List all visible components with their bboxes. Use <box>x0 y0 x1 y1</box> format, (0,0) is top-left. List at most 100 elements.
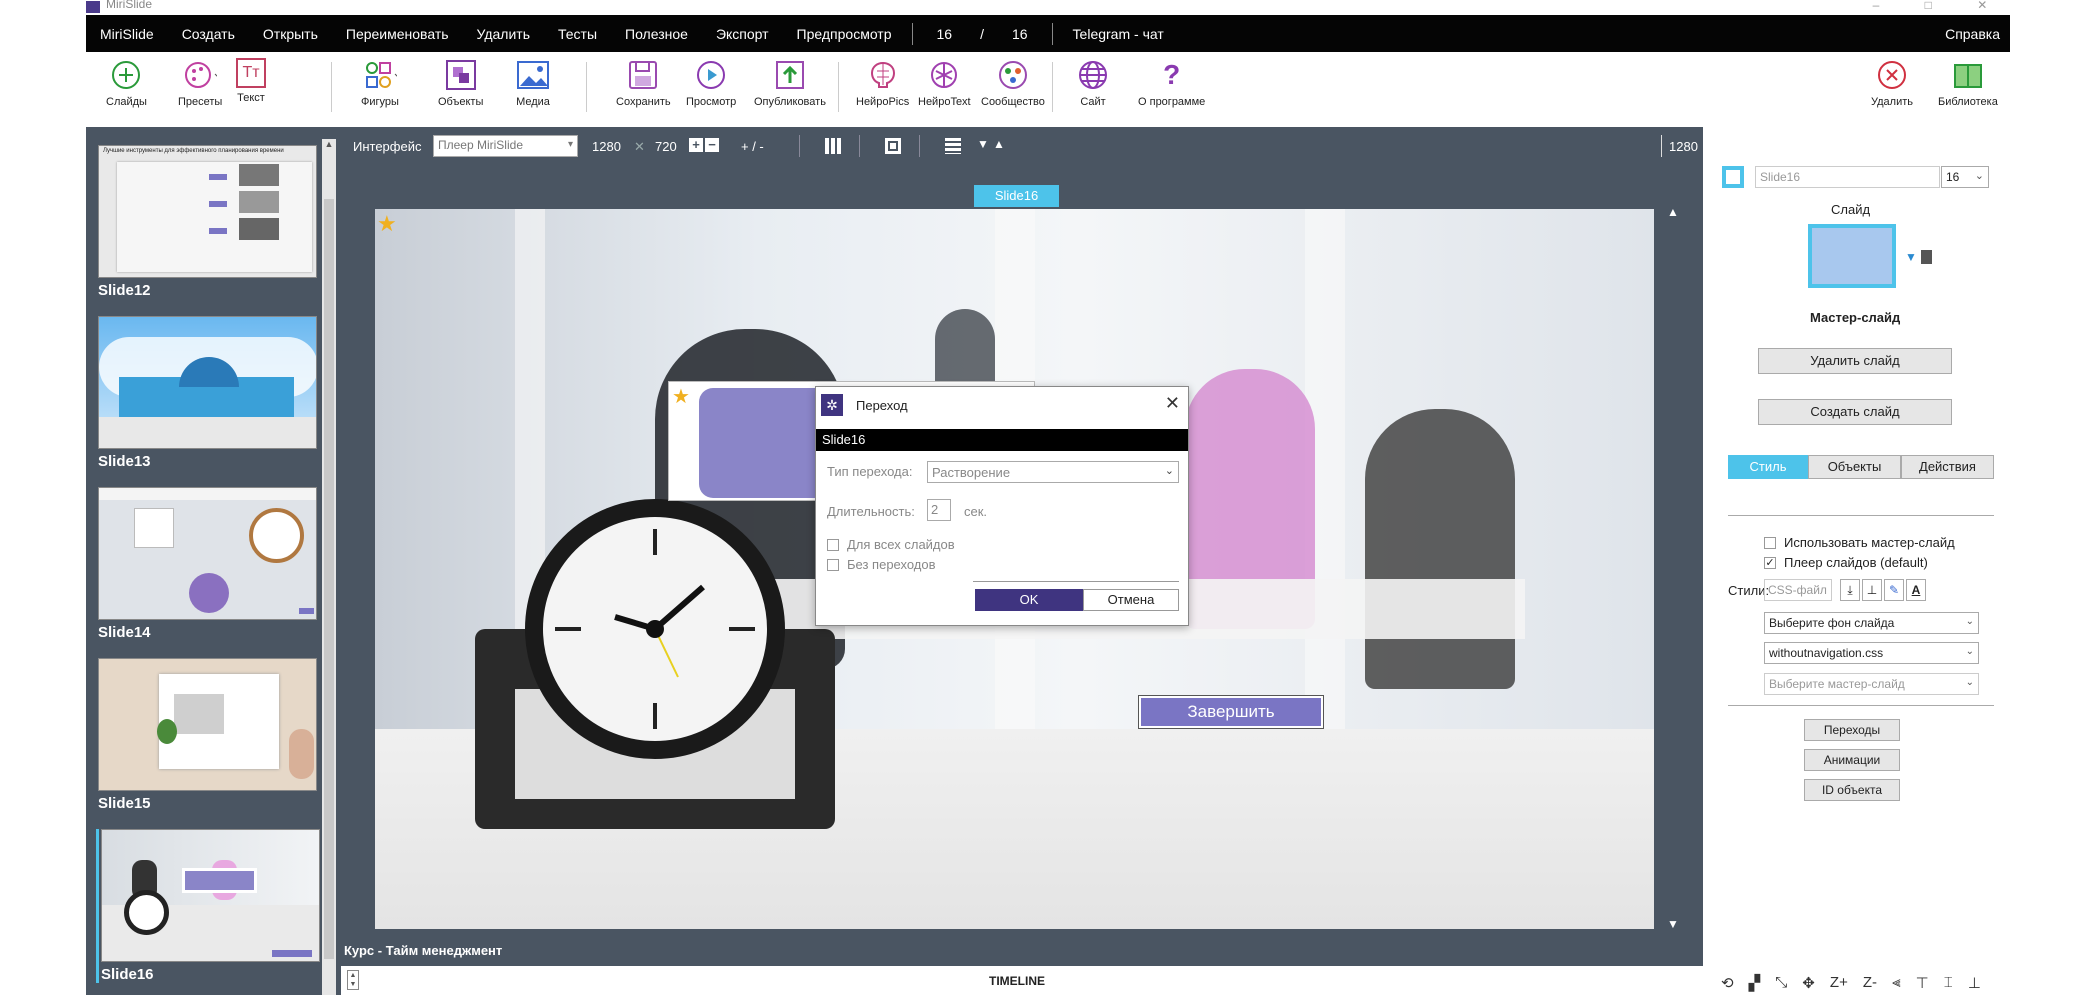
css-file-input[interactable]: CSS-файл <box>1764 579 1832 601</box>
player-default-checkbox[interactable]: ✓ Плеер слайдов (default) <box>1764 555 1928 570</box>
slides-scrollbar[interactable]: ▲ <box>322 139 336 995</box>
align-center-icon[interactable]: ⌶ <box>1944 974 1953 992</box>
rotate-icon[interactable]: ⟲ <box>1721 974 1734 992</box>
menu-preview[interactable]: Предпросмотр <box>783 26 906 42</box>
edit-style-icon[interactable]: ✎ <box>1884 579 1904 601</box>
scrollbar-thumb[interactable] <box>324 199 334 959</box>
align-bottom-icon[interactable]: ⊥ <box>1968 974 1981 992</box>
css-select[interactable]: withoutnavigation.css ⌄ <box>1764 642 1979 664</box>
menu-open[interactable]: Открыть <box>249 26 332 42</box>
scroll-down-icon[interactable]: ▼ <box>1667 917 1679 931</box>
z-down-icon[interactable]: Z- <box>1863 974 1877 992</box>
transition-type-select[interactable]: Растворение ⌄ <box>927 461 1179 483</box>
trash-icon[interactable] <box>1921 250 1932 264</box>
menu-create[interactable]: Создать <box>168 26 249 42</box>
dropdown-arrow-icon[interactable]: ▼ <box>1905 250 1917 264</box>
slide-thumb-14[interactable]: Slide14 <box>98 487 325 641</box>
menu-telegram[interactable]: Telegram - чат <box>1059 26 1178 42</box>
zoom-controls[interactable]: + / - <box>741 139 764 154</box>
slide-thumb-16[interactable]: Slide16 <box>96 829 323 983</box>
publish-button[interactable]: Опубликовать <box>754 58 826 108</box>
cancel-button[interactable]: Отмена <box>1083 589 1179 611</box>
list-icon[interactable] <box>945 138 961 154</box>
plus-icon[interactable]: + <box>689 138 703 152</box>
site-button[interactable]: Сайт <box>1076 58 1110 108</box>
move-up-icon[interactable]: ▲ <box>993 137 1005 151</box>
resize-icon[interactable]: ⤡ <box>1775 974 1787 992</box>
transitions-button[interactable]: Переходы <box>1804 719 1900 741</box>
slides-button[interactable]: Слайды <box>106 58 147 108</box>
timeline-bar[interactable]: ▲ ▼ TIMELINE <box>341 966 1703 995</box>
width-value[interactable]: 1280 <box>592 139 621 154</box>
slide-preview-swatch[interactable] <box>1808 224 1896 288</box>
menu-delete[interactable]: Удалить <box>463 26 544 42</box>
scroll-up-icon[interactable]: ▲ <box>1667 205 1679 219</box>
move-icon[interactable]: ✥ <box>1802 974 1815 992</box>
preview-button[interactable]: Просмотр <box>686 58 736 108</box>
minimize-icon[interactable]: – <box>1873 0 1880 12</box>
app-window: MiriSlide – □ ✕ MiriSlide Создать Открыт… <box>0 0 2079 995</box>
slide-thumb-15[interactable]: Slide15 <box>98 658 325 812</box>
objects-button[interactable]: Объекты <box>438 58 483 108</box>
interface-label: Интерфейс <box>353 139 422 154</box>
move-down-icon[interactable]: ▼ <box>977 137 989 151</box>
neurotext-button[interactable]: НейроText <box>918 58 971 108</box>
save-button[interactable]: Сохранить <box>616 58 671 108</box>
presets-button[interactable]: Пресеты <box>178 58 222 108</box>
close-icon[interactable]: ✕ <box>1165 393 1180 414</box>
tab-actions[interactable]: Действия <box>1901 455 1994 479</box>
slide-number-select[interactable]: 16 ⌄ <box>1941 166 1989 188</box>
download-icon[interactable]: ⤓ <box>1840 579 1860 601</box>
stamp-icon[interactable]: ⊥ <box>1862 579 1882 601</box>
animations-button[interactable]: Анимации <box>1804 749 1900 771</box>
z-up-icon[interactable]: Z+ <box>1830 974 1848 992</box>
no-transitions-checkbox[interactable]: Без переходов <box>827 557 936 572</box>
color-swatch-icon[interactable] <box>1722 166 1744 188</box>
player-select[interactable]: Плеер MiriSlide ▾ <box>433 135 578 157</box>
align-top-icon[interactable]: ⊤ <box>1916 974 1929 992</box>
object-id-button[interactable]: ID объекта <box>1804 779 1900 801</box>
height-value[interactable]: 720 <box>655 139 677 154</box>
media-label: Медиа <box>516 96 550 108</box>
neuropics-button[interactable]: НейроPics <box>856 58 909 108</box>
scroll-up-icon[interactable]: ▲ <box>322 139 336 149</box>
menu-help[interactable]: Справка <box>1931 26 2010 42</box>
star-icon: ★ <box>672 386 690 408</box>
menu-useful[interactable]: Полезное <box>611 26 702 42</box>
timeline-toggle-icon[interactable]: ▲ ▼ <box>347 970 359 990</box>
ok-button[interactable]: OK <box>975 589 1083 611</box>
all-slides-checkbox[interactable]: Для всех слайдов <box>827 537 955 552</box>
slide-name-input[interactable]: Slide16 <box>1755 166 1940 188</box>
community-button[interactable]: Сообщество <box>981 58 1045 108</box>
menu-mirislide[interactable]: MiriSlide <box>86 26 168 42</box>
menu-rename[interactable]: Переименовать <box>332 26 463 42</box>
close-window-icon[interactable]: ✕ <box>1977 0 1987 12</box>
create-slide-button[interactable]: Создать слайд <box>1758 399 1952 425</box>
delete-slide-button[interactable]: Удалить слайд <box>1758 348 1952 374</box>
tab-style[interactable]: Стиль <box>1728 455 1808 479</box>
menu-export[interactable]: Экспорт <box>702 26 783 42</box>
text-button[interactable]: Тт Текст <box>236 58 266 104</box>
maximize-icon[interactable]: □ <box>1925 0 1932 12</box>
library-button[interactable]: Библиотека <box>1938 58 1998 108</box>
use-master-checkbox[interactable]: Использовать мастер-слайд <box>1764 535 1955 550</box>
slide-thumb-12[interactable]: Лучшие инструменты для эффективного план… <box>98 145 325 299</box>
master-select[interactable]: Выберите мастер-слайд ⌄ <box>1764 673 1979 695</box>
media-button[interactable]: Медиа <box>516 58 550 108</box>
delete-button[interactable]: Удалить <box>1871 58 1913 108</box>
align-left-icon[interactable]: ⫷ <box>1892 974 1900 992</box>
minus-icon[interactable]: − <box>705 138 719 152</box>
font-icon[interactable]: A <box>1906 579 1926 601</box>
slide-thumb-13[interactable]: Slide13 <box>98 316 325 470</box>
layer-down-icon[interactable]: ▞ <box>1749 974 1761 992</box>
background-select[interactable]: Выберите фон слайда ⌄ <box>1764 612 1979 634</box>
grid-icon[interactable] <box>825 138 841 154</box>
tab-objects[interactable]: Объекты <box>1808 455 1901 479</box>
slide-tab[interactable]: Slide16 <box>974 185 1059 207</box>
menu-tests[interactable]: Тесты <box>544 26 611 42</box>
layout-icon[interactable] <box>885 138 901 154</box>
shapes-button[interactable]: Фигуры <box>361 58 399 108</box>
duration-input[interactable]: 2 <box>927 499 951 521</box>
finish-button[interactable]: Завершить <box>1138 695 1324 729</box>
about-button[interactable]: ? О программе <box>1138 58 1205 108</box>
